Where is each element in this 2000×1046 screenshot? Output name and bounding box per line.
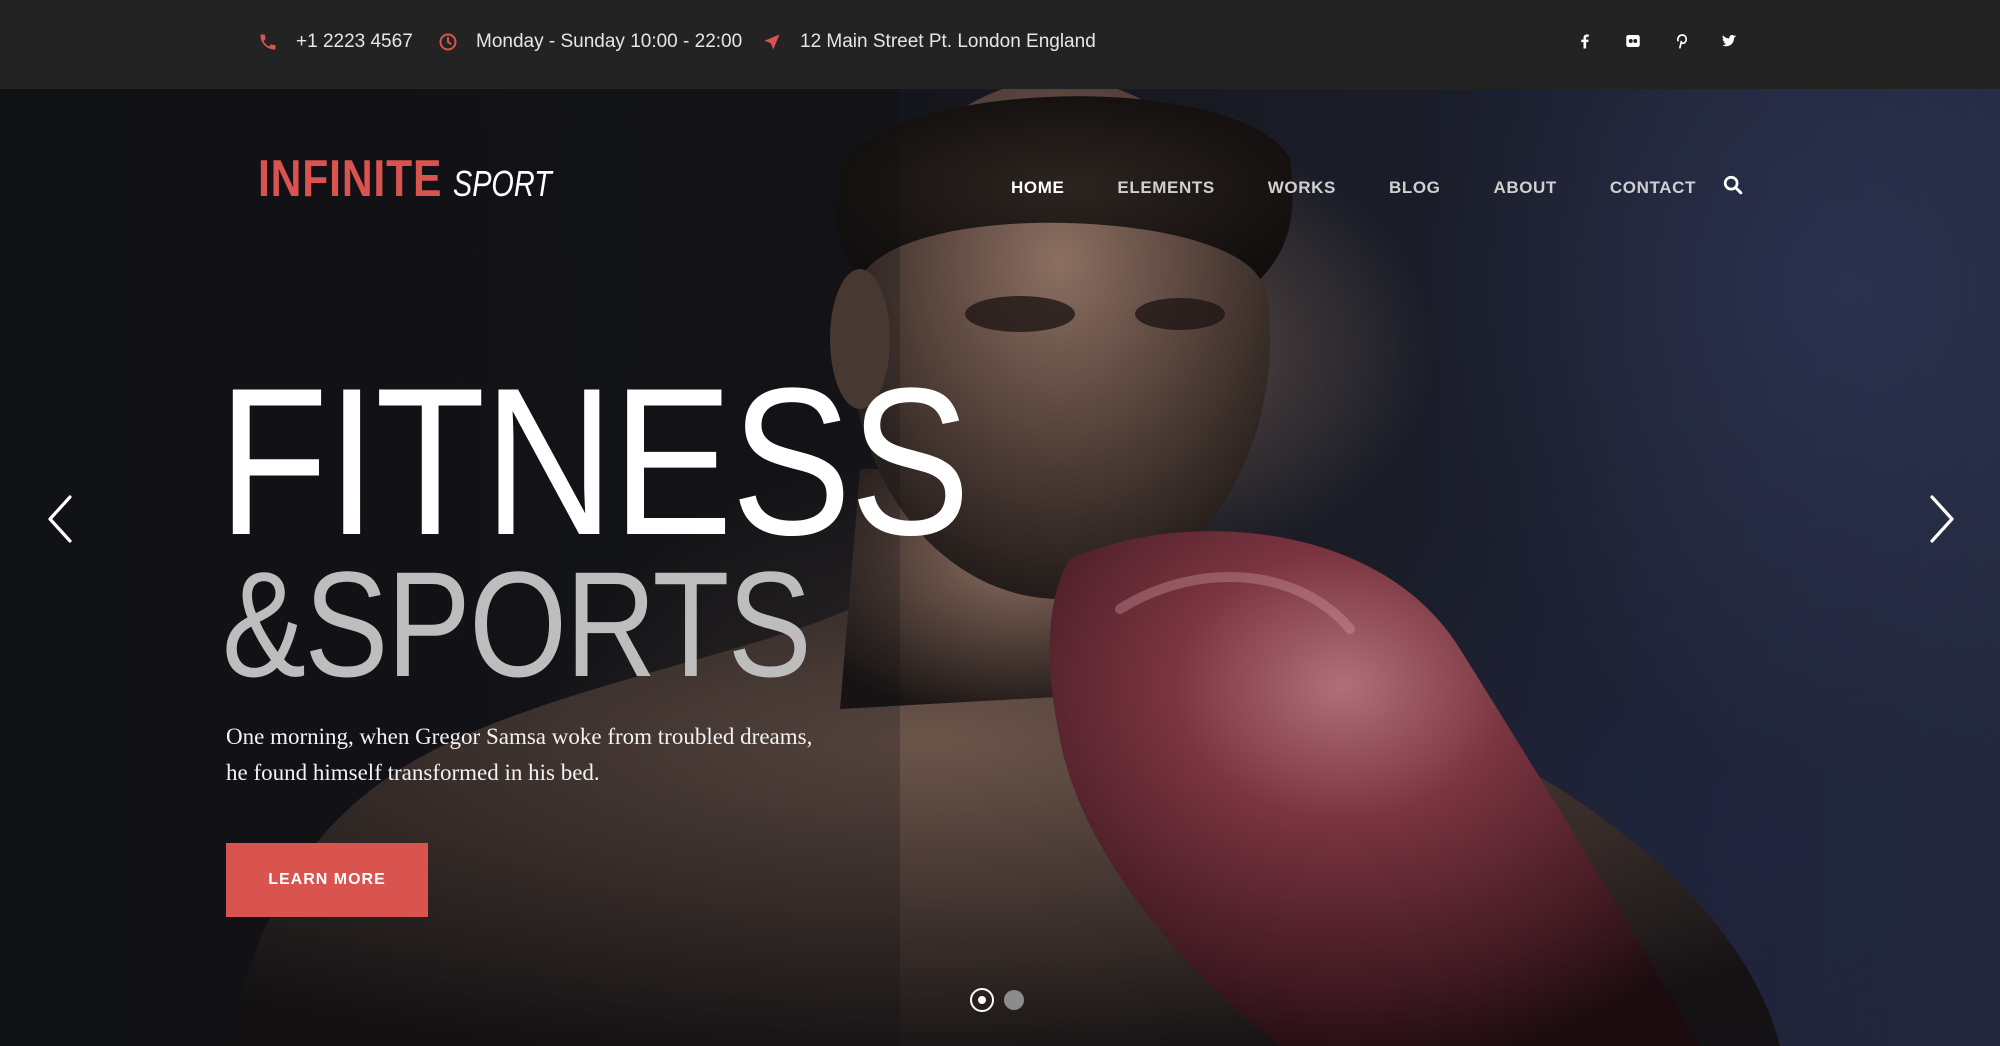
search-icon[interactable] <box>1722 174 1744 196</box>
clock-icon <box>439 33 457 51</box>
contact-phone: +1 2223 4567 <box>258 28 413 56</box>
social-links <box>1576 30 1738 52</box>
nav-item-elements[interactable]: ELEMENTS <box>1117 178 1214 198</box>
address: 12 Main Street Pt. London England <box>762 28 1096 56</box>
nav-item-home[interactable]: HOME <box>1011 178 1064 198</box>
chevron-left-icon <box>48 495 72 543</box>
learn-more-button[interactable]: LEARN MORE <box>226 843 428 917</box>
logo-light-text: SPORT <box>452 163 552 204</box>
hero-headline: FITNESS <box>218 344 970 579</box>
phone-number: +1 2223 4567 <box>296 31 413 52</box>
opening-hours: Monday - Sunday 10:00 - 22:00 <box>438 28 742 56</box>
slider-dot-2[interactable] <box>1004 990 1024 1010</box>
slider-dot-1[interactable] <box>970 988 994 1012</box>
flickr-icon[interactable] <box>1624 30 1642 52</box>
hero-description-line-1: One morning, when Gregor Samsa woke from… <box>226 724 813 749</box>
main-navigation: HOME ELEMENTS WORKS BLOG ABOUT CONTACT <box>1011 178 1749 198</box>
hero-description-line-2: he found himself transformed in his bed. <box>226 760 600 785</box>
logo-strong-text: INFINITE <box>258 150 443 208</box>
nav-item-about[interactable]: ABOUT <box>1493 178 1556 198</box>
hero-description: One morning, when Gregor Samsa woke from… <box>226 719 866 791</box>
nav-item-contact[interactable]: CONTACT <box>1610 178 1696 198</box>
nav-item-blog[interactable]: BLOG <box>1389 178 1441 198</box>
slider-prev-button[interactable] <box>40 489 80 549</box>
facebook-icon[interactable] <box>1576 30 1594 52</box>
site-logo[interactable]: INFINITE SPORT <box>258 149 576 209</box>
nav-item-works[interactable]: WORKS <box>1268 178 1336 198</box>
chevron-right-icon <box>1930 495 1954 543</box>
top-info-bar: +1 2223 4567 Monday - Sunday 10:00 - 22:… <box>0 0 2000 89</box>
slider-next-button[interactable] <box>1922 489 1962 549</box>
hero-slider: INFINITE SPORT HOME ELEMENTS WORKS BLOG … <box>0 89 2000 1046</box>
twitter-icon[interactable] <box>1720 30 1738 52</box>
address-text: 12 Main Street Pt. London England <box>800 31 1096 52</box>
slider-pagination <box>970 988 1024 1012</box>
location-arrow-icon <box>764 34 780 50</box>
pinterest-icon[interactable] <box>1672 30 1690 52</box>
phone-icon <box>260 34 276 50</box>
hero-subheadline: &SPORTS <box>222 540 812 708</box>
hours-text: Monday - Sunday 10:00 - 22:00 <box>476 31 743 52</box>
